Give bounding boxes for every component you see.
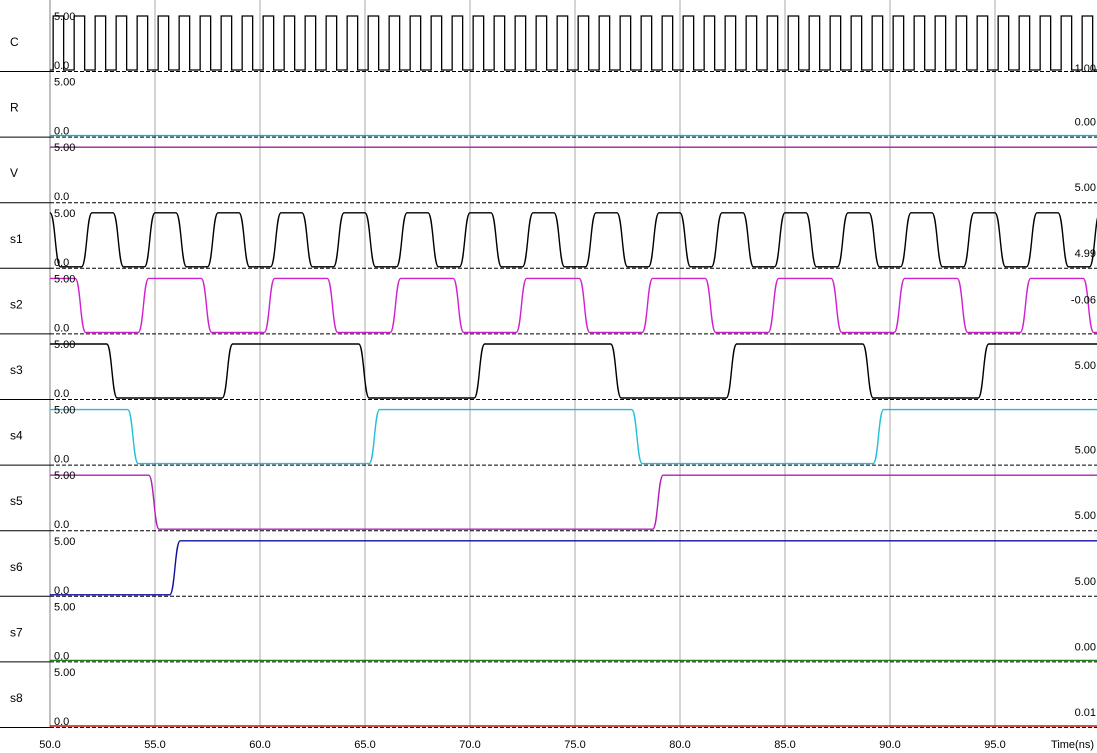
signal-name-label: s7 — [10, 625, 23, 639]
end-value-label: 5.00 — [1075, 510, 1096, 522]
x-tick-label: 70.0 — [459, 739, 480, 751]
waveform-trace — [50, 474, 1097, 530]
x-tick-label: 80.0 — [669, 739, 690, 751]
y-max-label: 5.00 — [54, 470, 75, 482]
y-min-label: 0.0 — [54, 60, 69, 72]
signal-name-label: s2 — [10, 297, 23, 311]
x-tick-label: 60.0 — [249, 739, 270, 751]
y-max-label: 5.00 — [54, 339, 75, 351]
signal-name-label: s6 — [10, 560, 23, 574]
signal-name-label: s4 — [10, 429, 23, 443]
signal-name-label: s5 — [10, 494, 23, 508]
signal-name-label: V — [10, 166, 18, 180]
y-min-label: 0.0 — [54, 650, 69, 662]
end-value-label: 5.00 — [1075, 576, 1096, 588]
x-tick-label: 85.0 — [774, 739, 795, 751]
y-max-label: 5.00 — [54, 667, 75, 679]
y-max-label: 5.00 — [54, 142, 75, 154]
y-max-label: 5.00 — [54, 11, 75, 23]
end-value-label: 0.01 — [1075, 707, 1096, 719]
y-min-label: 0.0 — [54, 454, 69, 466]
y-min-label: 0.0 — [54, 126, 69, 138]
lane-baselines — [0, 71, 1097, 728]
lane-labels: C 5.00 0.0 1.00 R 5.00 0.0 0.00 V 5.00 0.0 5.00 s1 5.… — [10, 11, 1096, 728]
x-tick-label: 95.0 — [984, 739, 1005, 751]
waveform-trace — [50, 408, 1097, 465]
end-value-label: -0.06 — [1071, 294, 1096, 306]
y-max-label: 5.00 — [54, 273, 75, 285]
y-min-label: 0.0 — [54, 716, 69, 728]
y-max-label: 5.00 — [54, 77, 75, 89]
waveform-trace — [49, 212, 1097, 268]
y-max-label: 5.00 — [54, 208, 75, 220]
time-axis: Time(ns) 50.0 55.0 60.0 65.0 70.0 75.0 80.0 85.… — [39, 739, 1094, 751]
signal-name-label: s3 — [10, 363, 23, 377]
waveform-traces — [49, 15, 1097, 727]
waveform-chart: C 5.00 0.0 1.00 R 5.00 0.0 0.00 V 5.00 0.0 5.00 s1 5.… — [0, 0, 1097, 751]
grid-lines — [49, 0, 996, 728]
y-max-label: 5.00 — [54, 405, 75, 417]
x-axis-label: Time(ns) — [1051, 739, 1094, 751]
x-tick-label: 65.0 — [354, 739, 375, 751]
waveform-trace — [50, 343, 1097, 399]
end-value-label: 5.00 — [1075, 360, 1096, 372]
end-value-label: 0.00 — [1075, 641, 1096, 653]
signal-name-label: C — [10, 35, 19, 49]
end-value-label: 0.00 — [1075, 117, 1096, 129]
y-min-label: 0.0 — [54, 388, 69, 400]
y-min-label: 0.0 — [54, 191, 69, 203]
signal-name-label: s8 — [10, 691, 23, 705]
y-min-label: 0.0 — [54, 585, 69, 597]
signal-name-label: R — [10, 101, 19, 115]
y-min-label: 0.0 — [54, 257, 69, 269]
x-tick-label: 55.0 — [144, 739, 165, 751]
signal-name-label: s1 — [10, 232, 23, 246]
end-value-label: 5.00 — [1075, 445, 1096, 457]
y-min-label: 0.0 — [54, 519, 69, 531]
x-tick-label: 90.0 — [879, 739, 900, 751]
waveform-trace — [50, 277, 1097, 334]
waveform-trace — [50, 540, 1097, 596]
end-value-label: 4.99 — [1075, 248, 1096, 260]
y-max-label: 5.00 — [54, 536, 75, 548]
y-max-label: 5.00 — [54, 601, 75, 613]
end-value-label: 5.00 — [1075, 182, 1096, 194]
end-value-label: 1.00 — [1075, 63, 1096, 75]
x-tick-label: 75.0 — [564, 739, 585, 751]
y-min-label: 0.0 — [54, 322, 69, 334]
waveform-trace — [50, 15, 1097, 71]
x-tick-label: 50.0 — [39, 739, 60, 751]
